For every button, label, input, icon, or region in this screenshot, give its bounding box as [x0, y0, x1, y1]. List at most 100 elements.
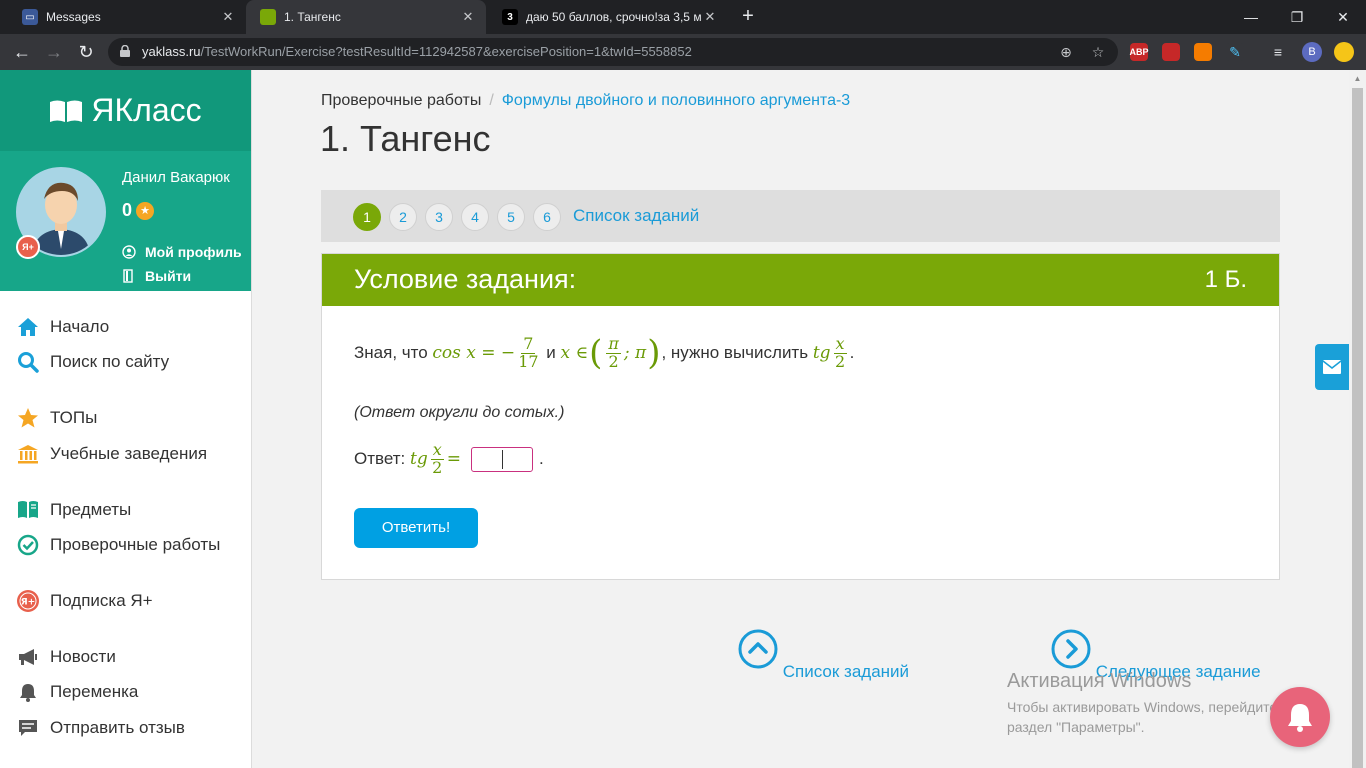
sidebar-item-label: Отправить отзыв: [50, 718, 185, 737]
user-name[interactable]: Данил Вакарюк: [122, 169, 230, 186]
condition-text: , нужно вычислить: [661, 343, 809, 363]
feedback-mail-button[interactable]: [1315, 344, 1349, 390]
sidebar-item-search[interactable]: Поиск по сайту: [16, 350, 169, 374]
rounding-hint: (Ответ округли до сотых.): [354, 404, 565, 421]
scroll-up-icon[interactable]: ▲: [1352, 73, 1363, 85]
extension-orange-icon[interactable]: [1194, 43, 1212, 61]
logo-text: ЯКласс: [91, 92, 202, 128]
subscription-icon: Я+: [16, 589, 40, 613]
logo[interactable]: ЯКласс: [0, 70, 251, 151]
answer-input[interactable]: [470, 446, 533, 472]
logout-icon: [123, 269, 133, 283]
extension-yellow-icon[interactable]: [1334, 42, 1354, 62]
page-5-button[interactable]: 5: [497, 203, 525, 231]
url-text: yaklass.ru/TestWorkRun/Exercise?testResu…: [142, 44, 692, 59]
sidebar-item-subjects[interactable]: Предметы: [16, 498, 131, 522]
chevron-right-icon: [1051, 629, 1091, 669]
bookmark-star-icon[interactable]: ☆: [1090, 44, 1106, 60]
task-header: Условие задания: 1 Б.: [322, 254, 1279, 306]
page-3-button[interactable]: 3: [425, 203, 453, 231]
address-bar[interactable]: yaklass.ru/TestWorkRun/Exercise?testResu…: [108, 38, 1118, 66]
sidebar-item-institutions[interactable]: Учебные заведения: [16, 442, 207, 466]
breadcrumb-root[interactable]: Проверочные работы: [321, 92, 481, 109]
reload-button[interactable]: ↻: [74, 40, 98, 64]
close-window-button[interactable]: ✕: [1320, 0, 1366, 34]
sidebar-item-break[interactable]: Переменка: [16, 680, 138, 704]
tab-znanija[interactable]: 3 даю 50 баллов, срочно!за 3,5 м ✕: [488, 0, 728, 34]
page-1-button[interactable]: 1: [353, 203, 381, 231]
tab-title: Messages: [46, 10, 101, 24]
math-fraction: x2: [430, 441, 444, 477]
math-paren-open: (: [589, 333, 603, 374]
sidebar-item-home[interactable]: Начало: [16, 315, 109, 339]
notifications-button[interactable]: [1270, 687, 1330, 747]
extension-red-icon[interactable]: [1162, 43, 1180, 61]
condition-text: .: [849, 343, 855, 363]
sidebar-item-tops[interactable]: ТОПы: [16, 406, 97, 430]
close-tab-icon[interactable]: ✕: [702, 9, 718, 25]
page-4-button[interactable]: 4: [461, 203, 489, 231]
tab-yaklass[interactable]: 1. Тангенс ✕: [246, 0, 486, 34]
sidebar-item-label: Новости: [50, 647, 116, 666]
minimize-button[interactable]: —: [1228, 0, 1274, 34]
condition-text: и: [546, 343, 556, 363]
sidebar-item-subscription[interactable]: Я+ Подписка Я+: [16, 589, 153, 613]
profile-link[interactable]: Мой профиль: [122, 244, 242, 260]
close-tab-icon[interactable]: ✕: [220, 9, 236, 25]
task-list-link[interactable]: Список заданий: [573, 206, 699, 226]
fraction-denominator: 2: [608, 351, 619, 371]
subscription-badge: Я+: [16, 235, 40, 259]
exercise-pager: 1 2 3 4 5 6 Список заданий: [321, 190, 1280, 242]
task-header-title: Условие задания:: [354, 264, 577, 294]
sidebar-item-tests[interactable]: Проверочные работы: [16, 533, 220, 557]
back-button[interactable]: ←: [10, 40, 34, 64]
add-icon[interactable]: ⊕: [1058, 44, 1074, 60]
new-tab-button[interactable]: +: [737, 6, 759, 28]
restore-button[interactable]: ❐: [1274, 0, 1320, 34]
url-domain: yaklass.ru: [142, 44, 201, 59]
fraction-denominator: 2: [432, 457, 443, 477]
answer-label: Ответ:: [354, 449, 406, 469]
tab-messages[interactable]: ▭ Messages ✕: [8, 0, 246, 34]
user-score: 0 ★: [122, 200, 155, 221]
answer-end: .: [538, 449, 544, 469]
task-points: 1 Б.: [1204, 266, 1247, 293]
watermark-title: Активация Windows: [1007, 670, 1192, 692]
page-scrollbar[interactable]: ▲: [1349, 70, 1366, 768]
task-list-nav[interactable]: Список заданий: [738, 629, 909, 682]
star-icon: [16, 406, 40, 430]
submit-answer-button[interactable]: Ответить!: [354, 508, 478, 548]
book-icon: [50, 100, 83, 122]
search-icon: [16, 350, 40, 374]
profile-avatar[interactable]: B: [1302, 42, 1322, 62]
close-tab-icon[interactable]: ✕: [460, 9, 476, 25]
forward-button[interactable]: →: [42, 40, 66, 64]
bell-icon: [16, 680, 40, 704]
lock-icon: [120, 45, 130, 57]
page-2-button[interactable]: 2: [389, 203, 417, 231]
task-condition: Зная, что cos x = − 7 17 и x ∈ ( π2 ; π )…: [354, 333, 855, 374]
page-6-button[interactable]: 6: [533, 203, 561, 231]
tab-title: 1. Тангенс: [284, 10, 341, 24]
abp-extension-icon[interactable]: ABP: [1130, 43, 1149, 61]
watermark-line: раздел "Параметры".: [1007, 719, 1145, 735]
windows-activation-watermark: Активация Windows Чтобы активировать Win…: [1007, 670, 1289, 737]
watermark-line: Чтобы активировать Windows, перейдите в: [1007, 699, 1289, 715]
task-card: Условие задания: 1 Б. Зная, что cos x = …: [321, 253, 1280, 580]
breadcrumb-current[interactable]: Формулы двойного и половинного аргумента…: [502, 92, 850, 109]
text-cursor: [501, 449, 503, 469]
reading-list-icon[interactable]: ≡: [1270, 44, 1286, 60]
sidebar-item-news[interactable]: Новости: [16, 645, 116, 669]
score-value: 0: [122, 200, 133, 220]
math-fraction: x2: [833, 335, 847, 371]
sidebar-item-label: ТОПы: [50, 408, 98, 427]
messages-icon: ▭: [22, 9, 38, 25]
sidebar-item-label: Предметы: [50, 500, 132, 519]
math-equals: =: [446, 449, 461, 470]
megaphone-icon: [16, 645, 40, 669]
scrollbar-thumb[interactable]: [1352, 88, 1363, 768]
logout-link[interactable]: Выйти: [122, 268, 191, 284]
sidebar-item-feedback[interactable]: Отправить отзыв: [16, 716, 185, 740]
extension-pen-icon[interactable]: ✎: [1226, 43, 1244, 61]
fraction-denominator: 17: [518, 351, 539, 371]
